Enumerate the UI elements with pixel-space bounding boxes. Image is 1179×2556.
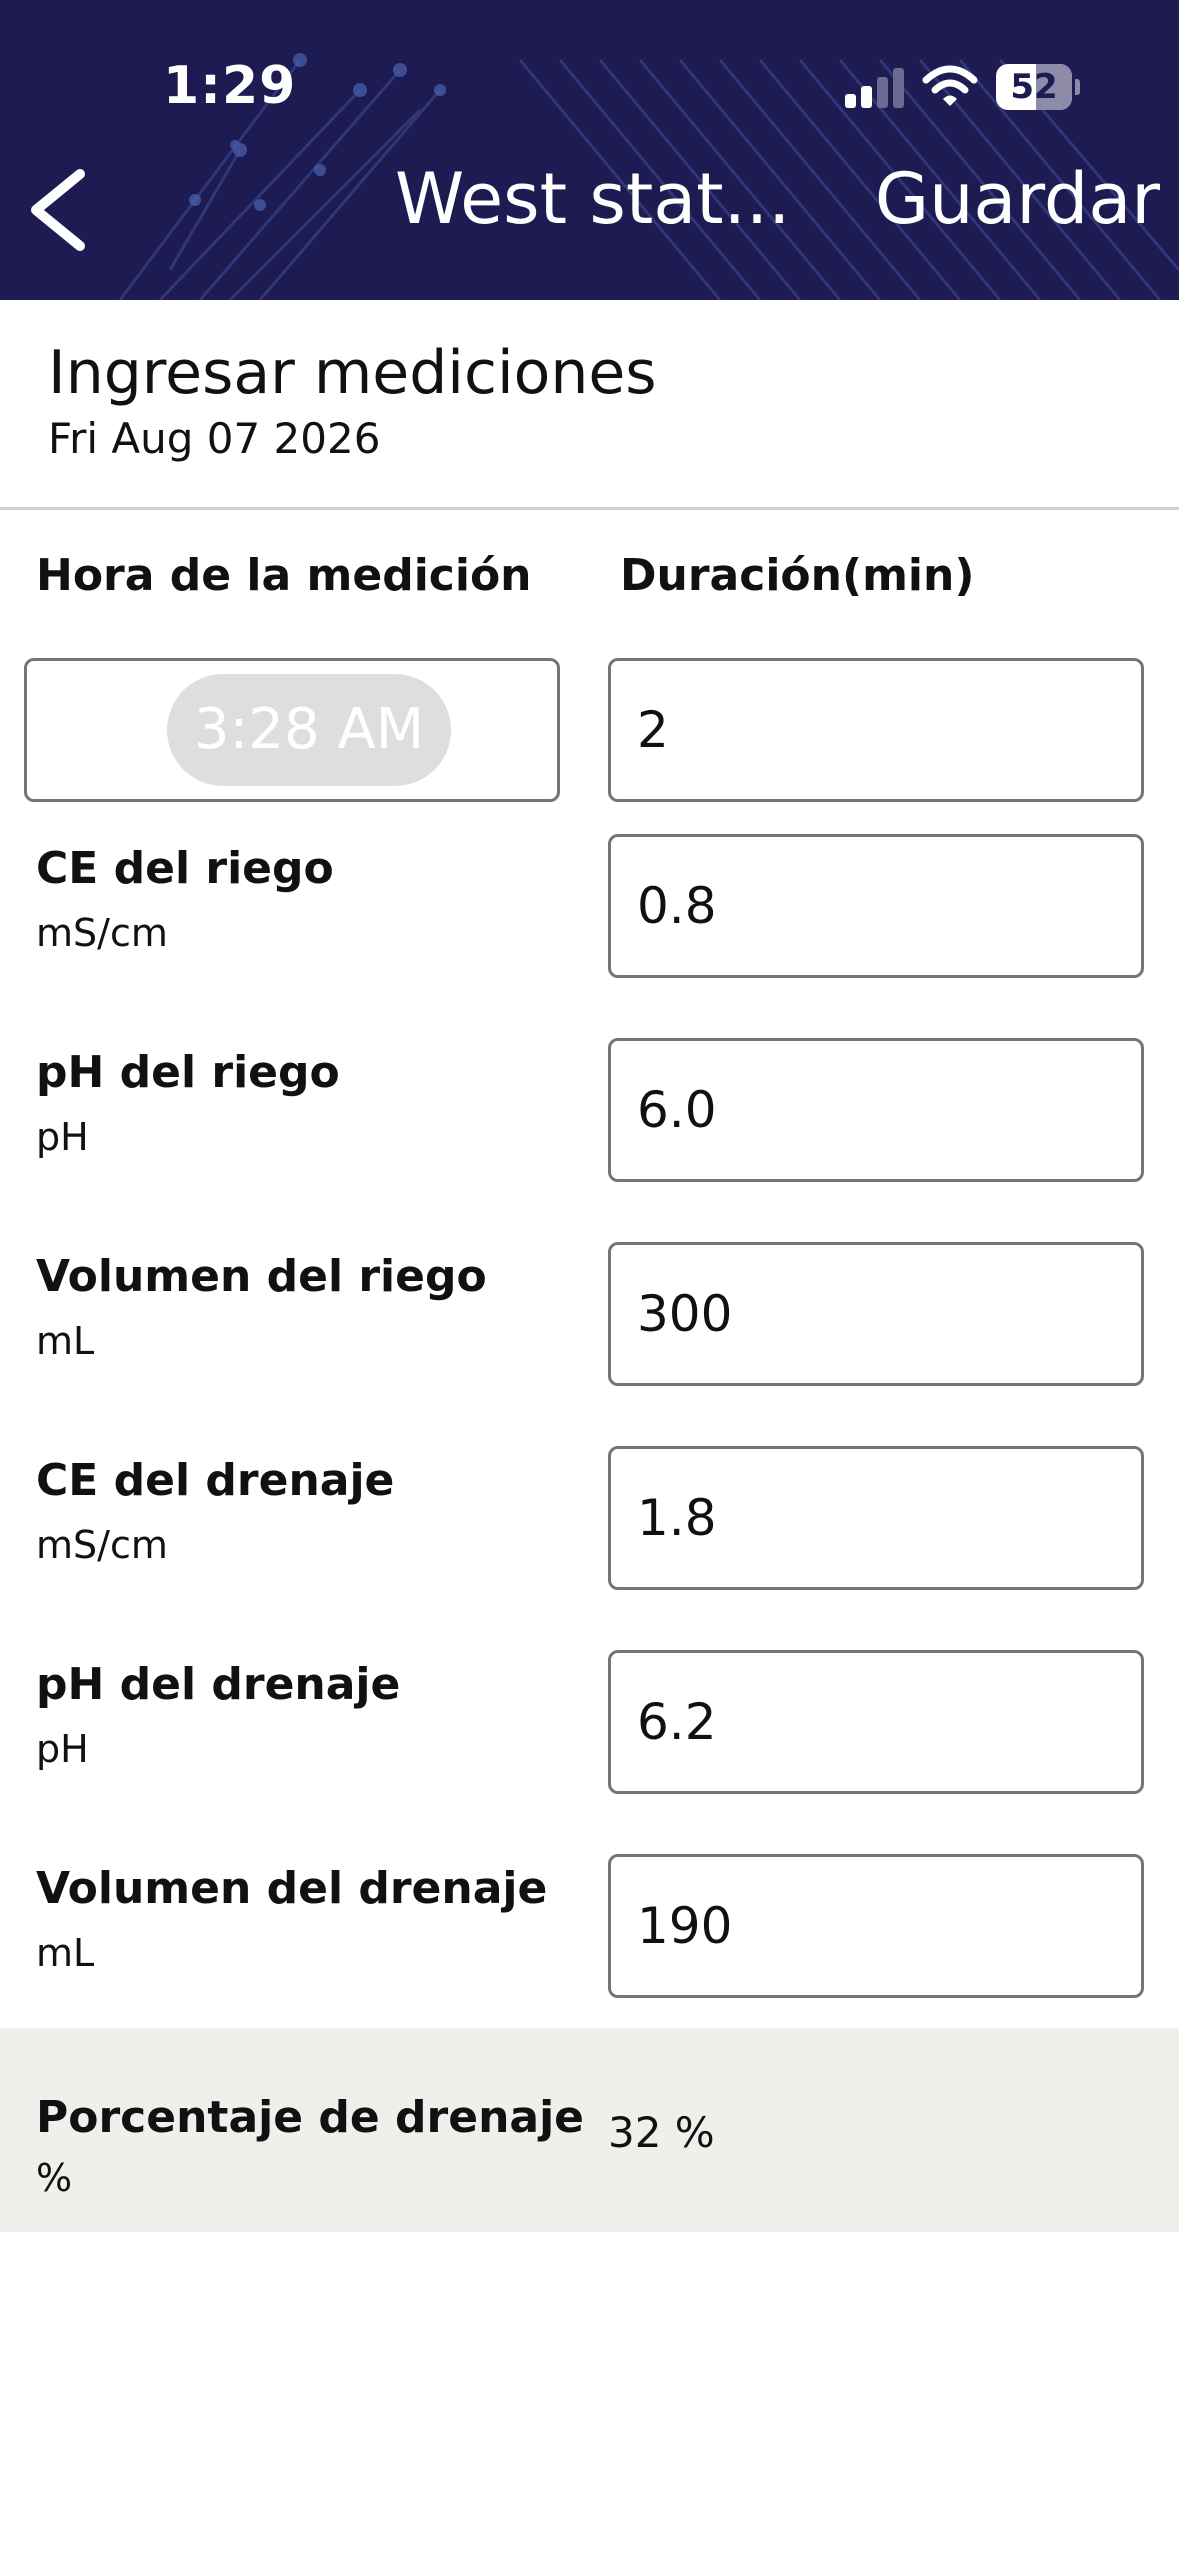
save-button[interactable]: Guardar: [870, 158, 1160, 240]
back-button[interactable]: [18, 160, 98, 260]
duration-header: Duración(min): [620, 550, 975, 601]
row-label-volumen-riego: Volumen del riego: [36, 1251, 487, 1302]
row-label-ce-riego: CE del riego: [36, 843, 334, 894]
battery-level: 52: [1010, 67, 1058, 107]
ce-riego-input[interactable]: [608, 834, 1144, 978]
row-label-ph-riego: pH del riego: [36, 1047, 340, 1098]
drainage-percentage-value: 32 %: [608, 2108, 715, 2157]
row-unit-ph-riego: pH: [36, 1115, 89, 1159]
app-header: 1:29 52 West stat... Guardar: [0, 0, 1179, 300]
row-label-volumen-drenaje: Volumen del drenaje: [36, 1863, 548, 1914]
battery-cap: [1075, 79, 1080, 95]
row-unit-volumen-drenaje: mL: [36, 1931, 95, 1975]
drainage-percentage-label: Porcentaje de drenaje: [36, 2092, 585, 2143]
drainage-percentage-unit: %: [36, 2156, 73, 2200]
circuit-pattern-decoration: [118, 53, 1179, 300]
volumen-drenaje-input[interactable]: [608, 1854, 1144, 1998]
drainage-percentage-row: Porcentaje de drenaje % 32 %: [0, 2028, 1179, 2232]
section-header: Ingresar mediciones Fri Aug 07 2026: [0, 300, 1179, 510]
measurement-time-header: Hora de la medición: [36, 550, 532, 601]
page-title: Ingresar mediciones: [48, 338, 657, 408]
row-unit-volumen-riego: mL: [36, 1319, 95, 1363]
measurement-time-picker[interactable]: 3:28 AM: [167, 674, 451, 786]
volumen-riego-input[interactable]: [608, 1242, 1144, 1386]
duration-input[interactable]: [608, 658, 1144, 802]
status-time: 1:29: [163, 56, 297, 116]
chevron-left-icon: [31, 169, 85, 251]
battery-body: 52: [996, 64, 1072, 110]
cellular-signal-icon: [845, 68, 904, 108]
wifi-icon: [922, 65, 978, 106]
measurement-time-field[interactable]: 3:28 AM: [24, 658, 560, 802]
ce-drenaje-input[interactable]: [608, 1446, 1144, 1590]
row-label-ce-drenaje: CE del drenaje: [36, 1455, 395, 1506]
row-label-ph-drenaje: pH del drenaje: [36, 1659, 401, 1710]
row-unit-ce-riego: mS/cm: [36, 911, 168, 955]
ph-drenaje-input[interactable]: [608, 1650, 1144, 1794]
row-unit-ph-drenaje: pH: [36, 1727, 89, 1771]
row-unit-ce-drenaje: mS/cm: [36, 1523, 168, 1567]
page-date: Fri Aug 07 2026: [48, 414, 381, 463]
ph-riego-input[interactable]: [608, 1038, 1144, 1182]
nav-title: West stat...: [395, 158, 791, 240]
battery-icon: 52: [996, 64, 1080, 110]
